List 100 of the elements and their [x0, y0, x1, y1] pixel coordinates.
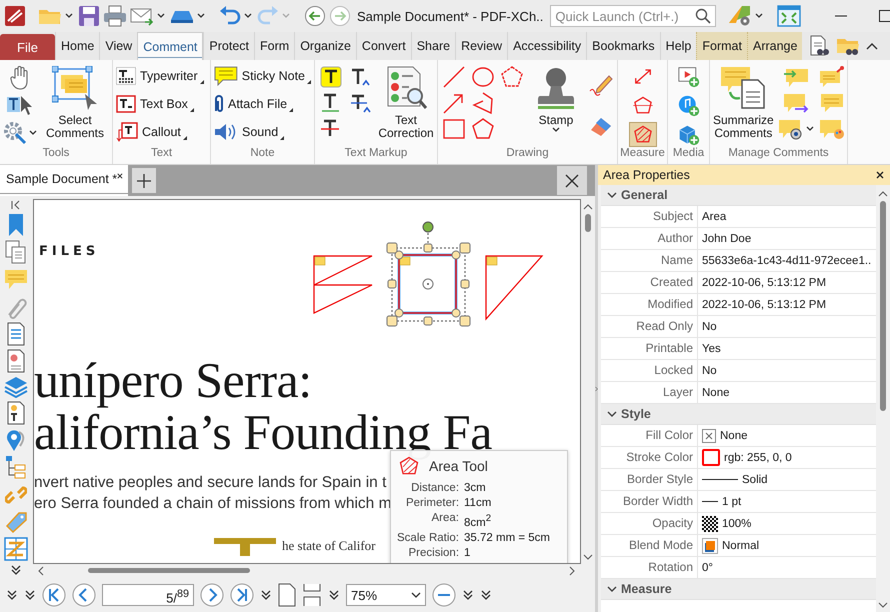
collapse-panel-icon[interactable]	[11, 200, 21, 210]
add-audio-icon[interactable]	[676, 94, 700, 116]
last-page-icon[interactable]	[230, 583, 254, 607]
text-correction-button[interactable]: Text Correction	[378, 64, 434, 147]
note-tool-button[interactable]: Attach File	[214, 91, 311, 117]
note-tool-button[interactable]: Sound	[214, 119, 311, 145]
scroll-down-icon[interactable]	[878, 602, 888, 608]
maximize-icon[interactable]	[878, 9, 890, 23]
close-icon[interactable]	[876, 171, 884, 179]
ribbon-tab[interactable]: Comment	[137, 32, 204, 60]
double-chevron-icon[interactable]	[6, 589, 18, 601]
zoom-dropdown[interactable]: 75%	[346, 584, 426, 606]
no-color-swatch-icon[interactable]	[702, 428, 716, 442]
pages-icon[interactable]	[5, 240, 27, 264]
scroll-down-icon[interactable]	[583, 554, 593, 560]
caret-icon[interactable]	[29, 130, 37, 136]
caret-icon[interactable]	[755, 13, 764, 19]
insert-text-icon[interactable]	[350, 66, 372, 88]
triangle-annotation[interactable]	[485, 255, 544, 321]
select-text-icon[interactable]	[7, 94, 33, 116]
rectangle-icon[interactable]	[442, 117, 466, 141]
form-fields-icon[interactable]	[6, 401, 26, 426]
document-list-icon[interactable]	[6, 322, 26, 346]
quick-launch-field[interactable]: Quick Launch (Ctrl+.)	[550, 5, 716, 27]
location-pin-icon[interactable]	[5, 428, 27, 452]
note-marker-icon[interactable]	[486, 256, 498, 266]
ellipse-icon[interactable]	[471, 65, 495, 89]
scroll-up-icon[interactable]	[878, 191, 888, 197]
horizontal-scrollbar-thumb[interactable]	[88, 568, 250, 573]
section-header[interactable]: Style	[601, 404, 876, 425]
bookmark-icon[interactable]	[6, 213, 26, 238]
file-tab[interactable]: File	[0, 34, 55, 60]
find-document-icon[interactable]	[808, 35, 830, 57]
stroke-color-swatch[interactable]	[702, 449, 720, 466]
pinned-comment-icon[interactable]	[818, 66, 845, 88]
context-tab[interactable]: Format	[696, 32, 747, 60]
pentagon-icon[interactable]	[471, 117, 495, 141]
mail-icon[interactable]	[130, 6, 154, 26]
new-tab-button[interactable]	[132, 168, 156, 193]
app-logo-icon[interactable]	[4, 5, 26, 27]
polyline-icon[interactable]	[471, 91, 495, 115]
selected-area-annotation[interactable]	[386, 222, 470, 326]
double-chevron-icon[interactable]	[260, 589, 272, 601]
text-tool-button[interactable]: Text Box	[116, 91, 207, 117]
summarize-comments-button[interactable]: Summarize Comments	[713, 64, 774, 147]
polygon-icon[interactable]	[500, 65, 524, 89]
scroll-right-icon[interactable]	[569, 566, 575, 576]
polygon-annotation[interactable]	[313, 255, 373, 314]
document-tab[interactable]: Sample Document *	[0, 165, 128, 196]
scroll-up-icon[interactable]	[583, 204, 593, 210]
note-tool-button[interactable]: Sticky Note	[214, 63, 311, 89]
previous-page-icon[interactable]	[72, 583, 96, 607]
replace-text-icon[interactable]	[350, 92, 372, 114]
scroll-left-icon[interactable]	[38, 566, 44, 576]
compare-icon[interactable]	[4, 536, 28, 561]
double-chevron-icon[interactable]	[480, 589, 492, 601]
show-comments-icon[interactable]	[778, 118, 804, 140]
vertical-scrollbar-thumb[interactable]	[880, 201, 886, 411]
double-chevron-icon[interactable]	[462, 589, 474, 601]
caret-icon[interactable]	[244, 13, 252, 19]
first-page-icon[interactable]	[42, 583, 66, 607]
close-icon[interactable]	[117, 172, 123, 180]
note-marker-icon[interactable]	[314, 256, 326, 266]
double-chevron-icon[interactable]	[328, 589, 340, 601]
continuous-page-icon[interactable]	[302, 583, 322, 607]
back-icon[interactable]	[304, 5, 326, 27]
tools-gear-icon[interactable]	[3, 120, 27, 145]
area-tool-icon[interactable]	[628, 122, 656, 147]
caret-icon[interactable]	[197, 13, 205, 19]
collapse-ribbon-icon[interactable]	[866, 42, 878, 50]
vertical-scrollbar-thumb[interactable]	[585, 214, 591, 232]
caret-icon[interactable]	[157, 13, 165, 19]
add-3d-object-icon[interactable]	[676, 124, 700, 146]
print-icon[interactable]	[103, 5, 127, 27]
pencil-icon[interactable]	[588, 72, 612, 97]
export-comments-icon[interactable]	[782, 92, 809, 114]
single-page-icon[interactable]	[278, 583, 296, 607]
caret-icon[interactable]	[65, 13, 73, 19]
section-header[interactable]: General	[601, 185, 876, 206]
line-icon[interactable]	[442, 65, 466, 89]
text-tool-button[interactable]: Typewriter	[116, 63, 207, 89]
import-comments-icon[interactable]	[782, 66, 809, 88]
next-page-icon[interactable]	[200, 583, 224, 607]
close-document-button[interactable]	[557, 166, 587, 195]
caret-icon[interactable]	[806, 126, 814, 132]
tree-structure-icon[interactable]	[5, 455, 27, 480]
save-icon[interactable]	[78, 5, 100, 27]
stamp-button[interactable]: Stamp	[529, 64, 583, 147]
certificate-icon[interactable]	[6, 348, 26, 373]
double-chevron-icon[interactable]	[24, 589, 36, 601]
fullscreen-icon[interactable]	[777, 5, 802, 27]
underline-text-icon[interactable]	[320, 92, 342, 114]
select-comments-button[interactable]: Select Comments	[41, 64, 109, 147]
zoom-out-icon[interactable]	[432, 583, 456, 607]
context-tab[interactable]: Arrange	[746, 32, 802, 60]
highlight-text-icon[interactable]	[320, 66, 342, 88]
palette-gear-icon[interactable]	[728, 5, 752, 27]
double-chevron-icon[interactable]	[10, 564, 22, 576]
page-number-field[interactable]: 5/$^{89}$	[102, 584, 194, 606]
text-tool-button[interactable]: Callout	[116, 119, 207, 145]
